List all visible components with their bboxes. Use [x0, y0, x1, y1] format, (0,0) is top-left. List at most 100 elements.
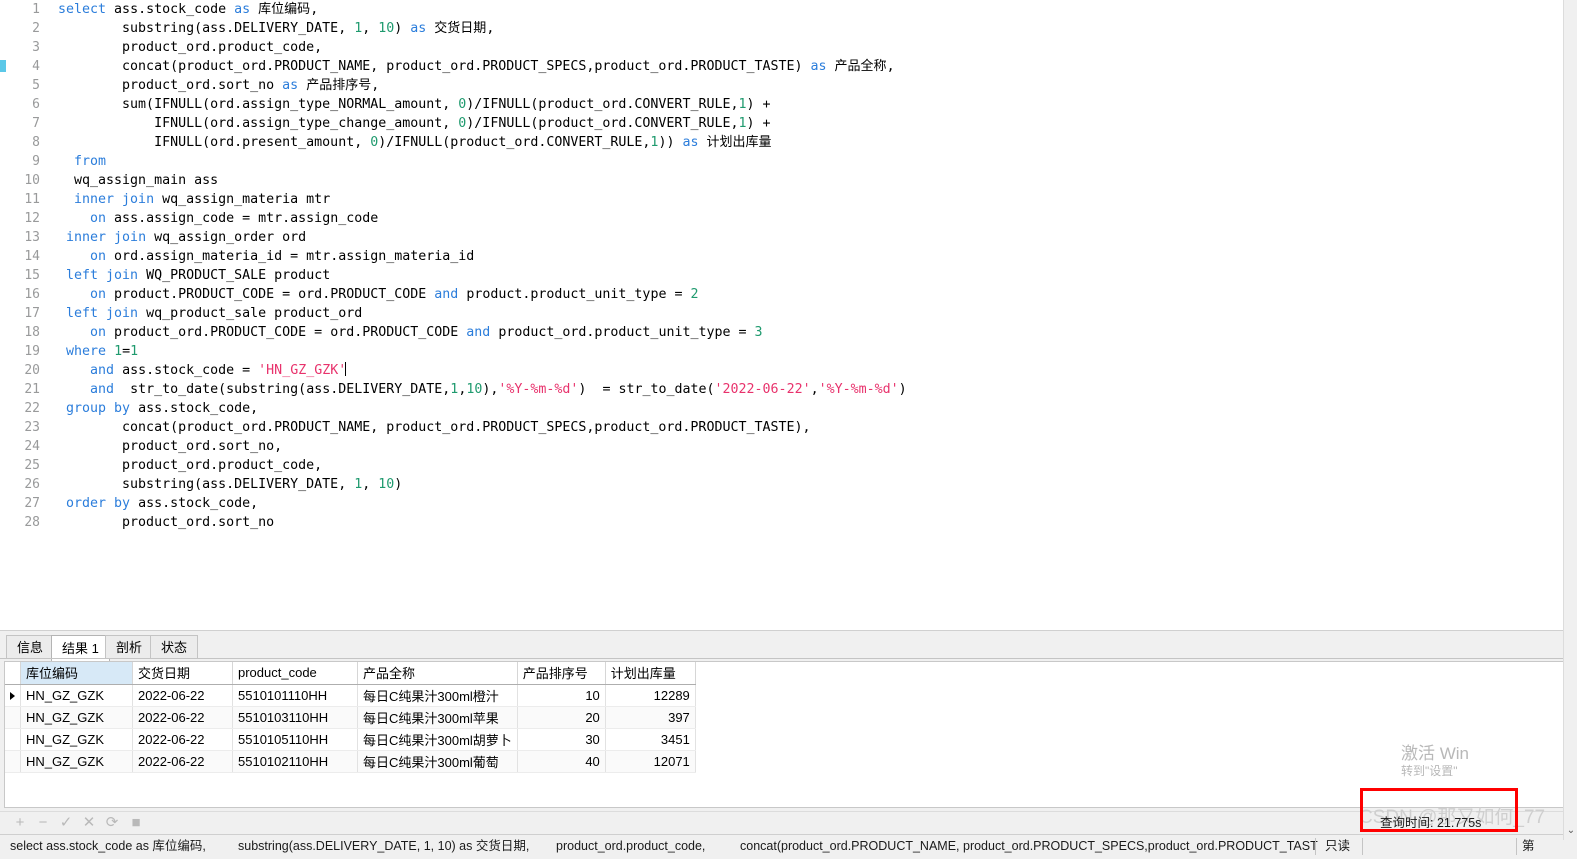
code-line[interactable]: product_ord.product_code, [58, 38, 1577, 57]
code-text-area[interactable]: select ass.stock_code as 库位编码, substring… [58, 0, 1577, 630]
cell-delivery[interactable]: 2022-06-22 [132, 728, 233, 751]
code-token: as [234, 2, 251, 17]
tab-profile[interactable]: 剖析 [105, 635, 154, 659]
code-line[interactable]: inner join wq_assign_order ord [58, 228, 1577, 247]
code-line[interactable]: sum(IFNULL(ord.assign_type_NORMAL_amount… [58, 95, 1577, 114]
sql-fragment-2: substring(ass.DELIVERY_DATE, 1, 10) as 交… [238, 839, 530, 853]
code-line[interactable]: where 1=1 [58, 342, 1577, 361]
code-line[interactable]: IFNULL(ord.present_amount, 0)/IFNULL(pro… [58, 133, 1577, 152]
cell-sort_no[interactable]: 10 [517, 684, 606, 707]
column-header-sort_no[interactable]: 产品排序号 [517, 662, 606, 685]
cell-delivery[interactable]: 2022-06-22 [132, 684, 233, 707]
code-line[interactable]: concat(product_ord.PRODUCT_NAME, product… [58, 57, 1577, 76]
refresh-icon[interactable]: ⟳ [104, 815, 120, 831]
cell-product_code[interactable]: 5510105110HH [232, 728, 358, 751]
code-token: as [810, 59, 827, 74]
row-selector[interactable] [5, 750, 21, 773]
cell-full_name[interactable]: 每日C纯果汁300ml苹果 [357, 706, 518, 729]
table-row[interactable]: HN_GZ_GZK 2022-06-22 5510103110HH 每日C纯果汁300… [5, 706, 696, 729]
code-line[interactable]: order by ass.stock_code, [58, 494, 1577, 513]
stop-icon[interactable]: ■ [128, 815, 144, 831]
cell-stock_code[interactable]: HN_GZ_GZK [20, 706, 133, 729]
code-line[interactable]: and str_to_date(substring(ass.DELIVERY_D… [58, 380, 1577, 399]
code-line[interactable]: group by ass.stock_code, [58, 399, 1577, 418]
cell-product_code[interactable]: 5510102110HH [232, 750, 358, 773]
result-grid[interactable]: 库位编码 交货日期 product_code 产品全称 产品排序号 计划出库量 HN_GZ… [4, 661, 1573, 808]
cell-stock_code[interactable]: HN_GZ_GZK [20, 750, 133, 773]
code-line[interactable]: on product_ord.PRODUCT_CODE = ord.PRODUC… [58, 323, 1577, 342]
row-selector[interactable] [5, 684, 21, 707]
code-token: product_ord.sort_no [58, 78, 283, 93]
cell-full_name[interactable]: 每日C纯果汁300ml胡萝卜 [357, 728, 518, 751]
row-selector[interactable] [5, 706, 21, 729]
code-line[interactable]: from [58, 152, 1577, 171]
code-token: on [90, 287, 107, 302]
column-header-stock_code[interactable]: 库位编码 [20, 662, 133, 685]
row-selector[interactable] [5, 728, 21, 751]
code-line[interactable]: IFNULL(ord.assign_type_change_amount, 0)… [58, 114, 1577, 133]
code-token: concat(product_ord.PRODUCT_NAME, product… [58, 59, 811, 74]
code-line[interactable]: and ass.stock_code = 'HN_GZ_GZK' [58, 361, 1577, 380]
code-line[interactable]: product_ord.product_code, [58, 456, 1577, 475]
cell-product_code[interactable]: 5510101110HH [232, 684, 358, 707]
cancel-icon[interactable]: ✕ [81, 815, 97, 831]
line-number: 6 [32, 97, 40, 112]
column-header-product_code[interactable]: product_code [232, 662, 358, 685]
column-header-full_name[interactable]: 产品全称 [357, 662, 518, 685]
cell-sort_no[interactable]: 40 [517, 750, 606, 773]
cell-sort_no[interactable]: 30 [517, 728, 606, 751]
code-line[interactable]: substring(ass.DELIVERY_DATE, 1, 10) [58, 475, 1577, 494]
cell-stock_code[interactable]: HN_GZ_GZK [20, 684, 133, 707]
code-line[interactable]: product_ord.sort_no, [58, 437, 1577, 456]
sql-editor[interactable]: 1 2 3 4 5 6 7 8 9 10 11 12 13 14 15 16 17 18 19 20 21 22 23 24 2… [0, 0, 1577, 630]
code-fold-column[interactable] [44, 0, 104, 630]
cell-delivery[interactable]: 2022-06-22 [132, 706, 233, 729]
cell-sort_no[interactable]: 20 [517, 706, 606, 729]
cell-qty[interactable]: 12289 [605, 684, 696, 707]
cell-full_name[interactable]: 每日C纯果汁300ml橙汁 [357, 684, 518, 707]
cell-stock_code[interactable]: HN_GZ_GZK [20, 728, 133, 751]
line-number: 2 [32, 21, 40, 36]
code-line[interactable]: concat(product_ord.PRODUCT_NAME, product… [58, 418, 1577, 437]
code-line[interactable]: product_ord.sort_no [58, 513, 1577, 532]
code-line[interactable]: left join wq_product_sale product_ord [58, 304, 1577, 323]
column-header-delivery[interactable]: 交货日期 [132, 662, 233, 685]
code-token: 1 [738, 116, 747, 131]
code-line[interactable]: inner join wq_assign_materia mtr [58, 190, 1577, 209]
code-token: concat(product_ord.PRODUCT_NAME, product… [58, 420, 811, 435]
code-line[interactable]: product_ord.sort_no as 产品排序号, [58, 76, 1577, 95]
code-line[interactable]: wq_assign_main ass [58, 171, 1577, 190]
apply-icon[interactable]: ✓ [58, 815, 74, 831]
table-row[interactable]: HN_GZ_GZK 2022-06-22 5510105110HH 每日C纯果汁300… [5, 728, 696, 751]
code-token: '%Y-%m-%d' [498, 382, 579, 397]
tab-status[interactable]: 状态 [150, 635, 199, 659]
tab-info[interactable]: 信息 [6, 635, 55, 659]
add-row-icon[interactable]: + [12, 815, 28, 831]
code-line[interactable]: on ord.assign_materia_id = mtr.assign_ma… [58, 247, 1577, 266]
delete-row-icon[interactable]: − [35, 815, 51, 831]
code-line[interactable]: left join WQ_PRODUCT_SALE product [58, 266, 1577, 285]
cell-qty[interactable]: 397 [605, 706, 696, 729]
code-token: ord.assign_materia_id = mtr.assign_mater… [106, 249, 475, 264]
vertical-scrollbar[interactable]: ⌄ [1563, 0, 1577, 840]
cell-qty[interactable]: 12071 [605, 750, 696, 773]
cell-full_name[interactable]: 每日C纯果汁300ml葡萄 [357, 750, 518, 773]
cell-product_code[interactable]: 5510103110HH [232, 706, 358, 729]
code-line[interactable]: on product.PRODUCT_CODE = ord.PRODUCT_CO… [58, 285, 1577, 304]
code-token: = [122, 344, 131, 359]
scroll-down-arrow-icon[interactable]: ⌄ [1566, 826, 1576, 836]
code-line[interactable]: select ass.stock_code as 库位编码, [58, 0, 1577, 19]
code-token: where [66, 344, 107, 359]
code-line[interactable]: substring(ass.DELIVERY_DATE, 1, 10) as 交… [58, 19, 1577, 38]
code-token: )/IFNULL(product_ord.CONVERT_RULE, [466, 97, 739, 112]
cell-delivery[interactable]: 2022-06-22 [132, 750, 233, 773]
table-row[interactable]: HN_GZ_GZK 2022-06-22 5510101110HH 每日C纯果汁300… [5, 684, 696, 707]
line-number: 5 [32, 78, 40, 93]
code-line[interactable]: on ass.assign_code = mtr.assign_code [58, 209, 1577, 228]
cell-qty[interactable]: 3451 [605, 728, 696, 751]
code-token: wq_assign_main ass [58, 173, 219, 188]
column-header-qty[interactable]: 计划出库量 [605, 662, 696, 685]
code-token: 产品排序号 [306, 78, 372, 93]
code-token: , [810, 382, 819, 397]
table-row[interactable]: HN_GZ_GZK 2022-06-22 5510102110HH 每日C纯果汁300… [5, 750, 696, 773]
